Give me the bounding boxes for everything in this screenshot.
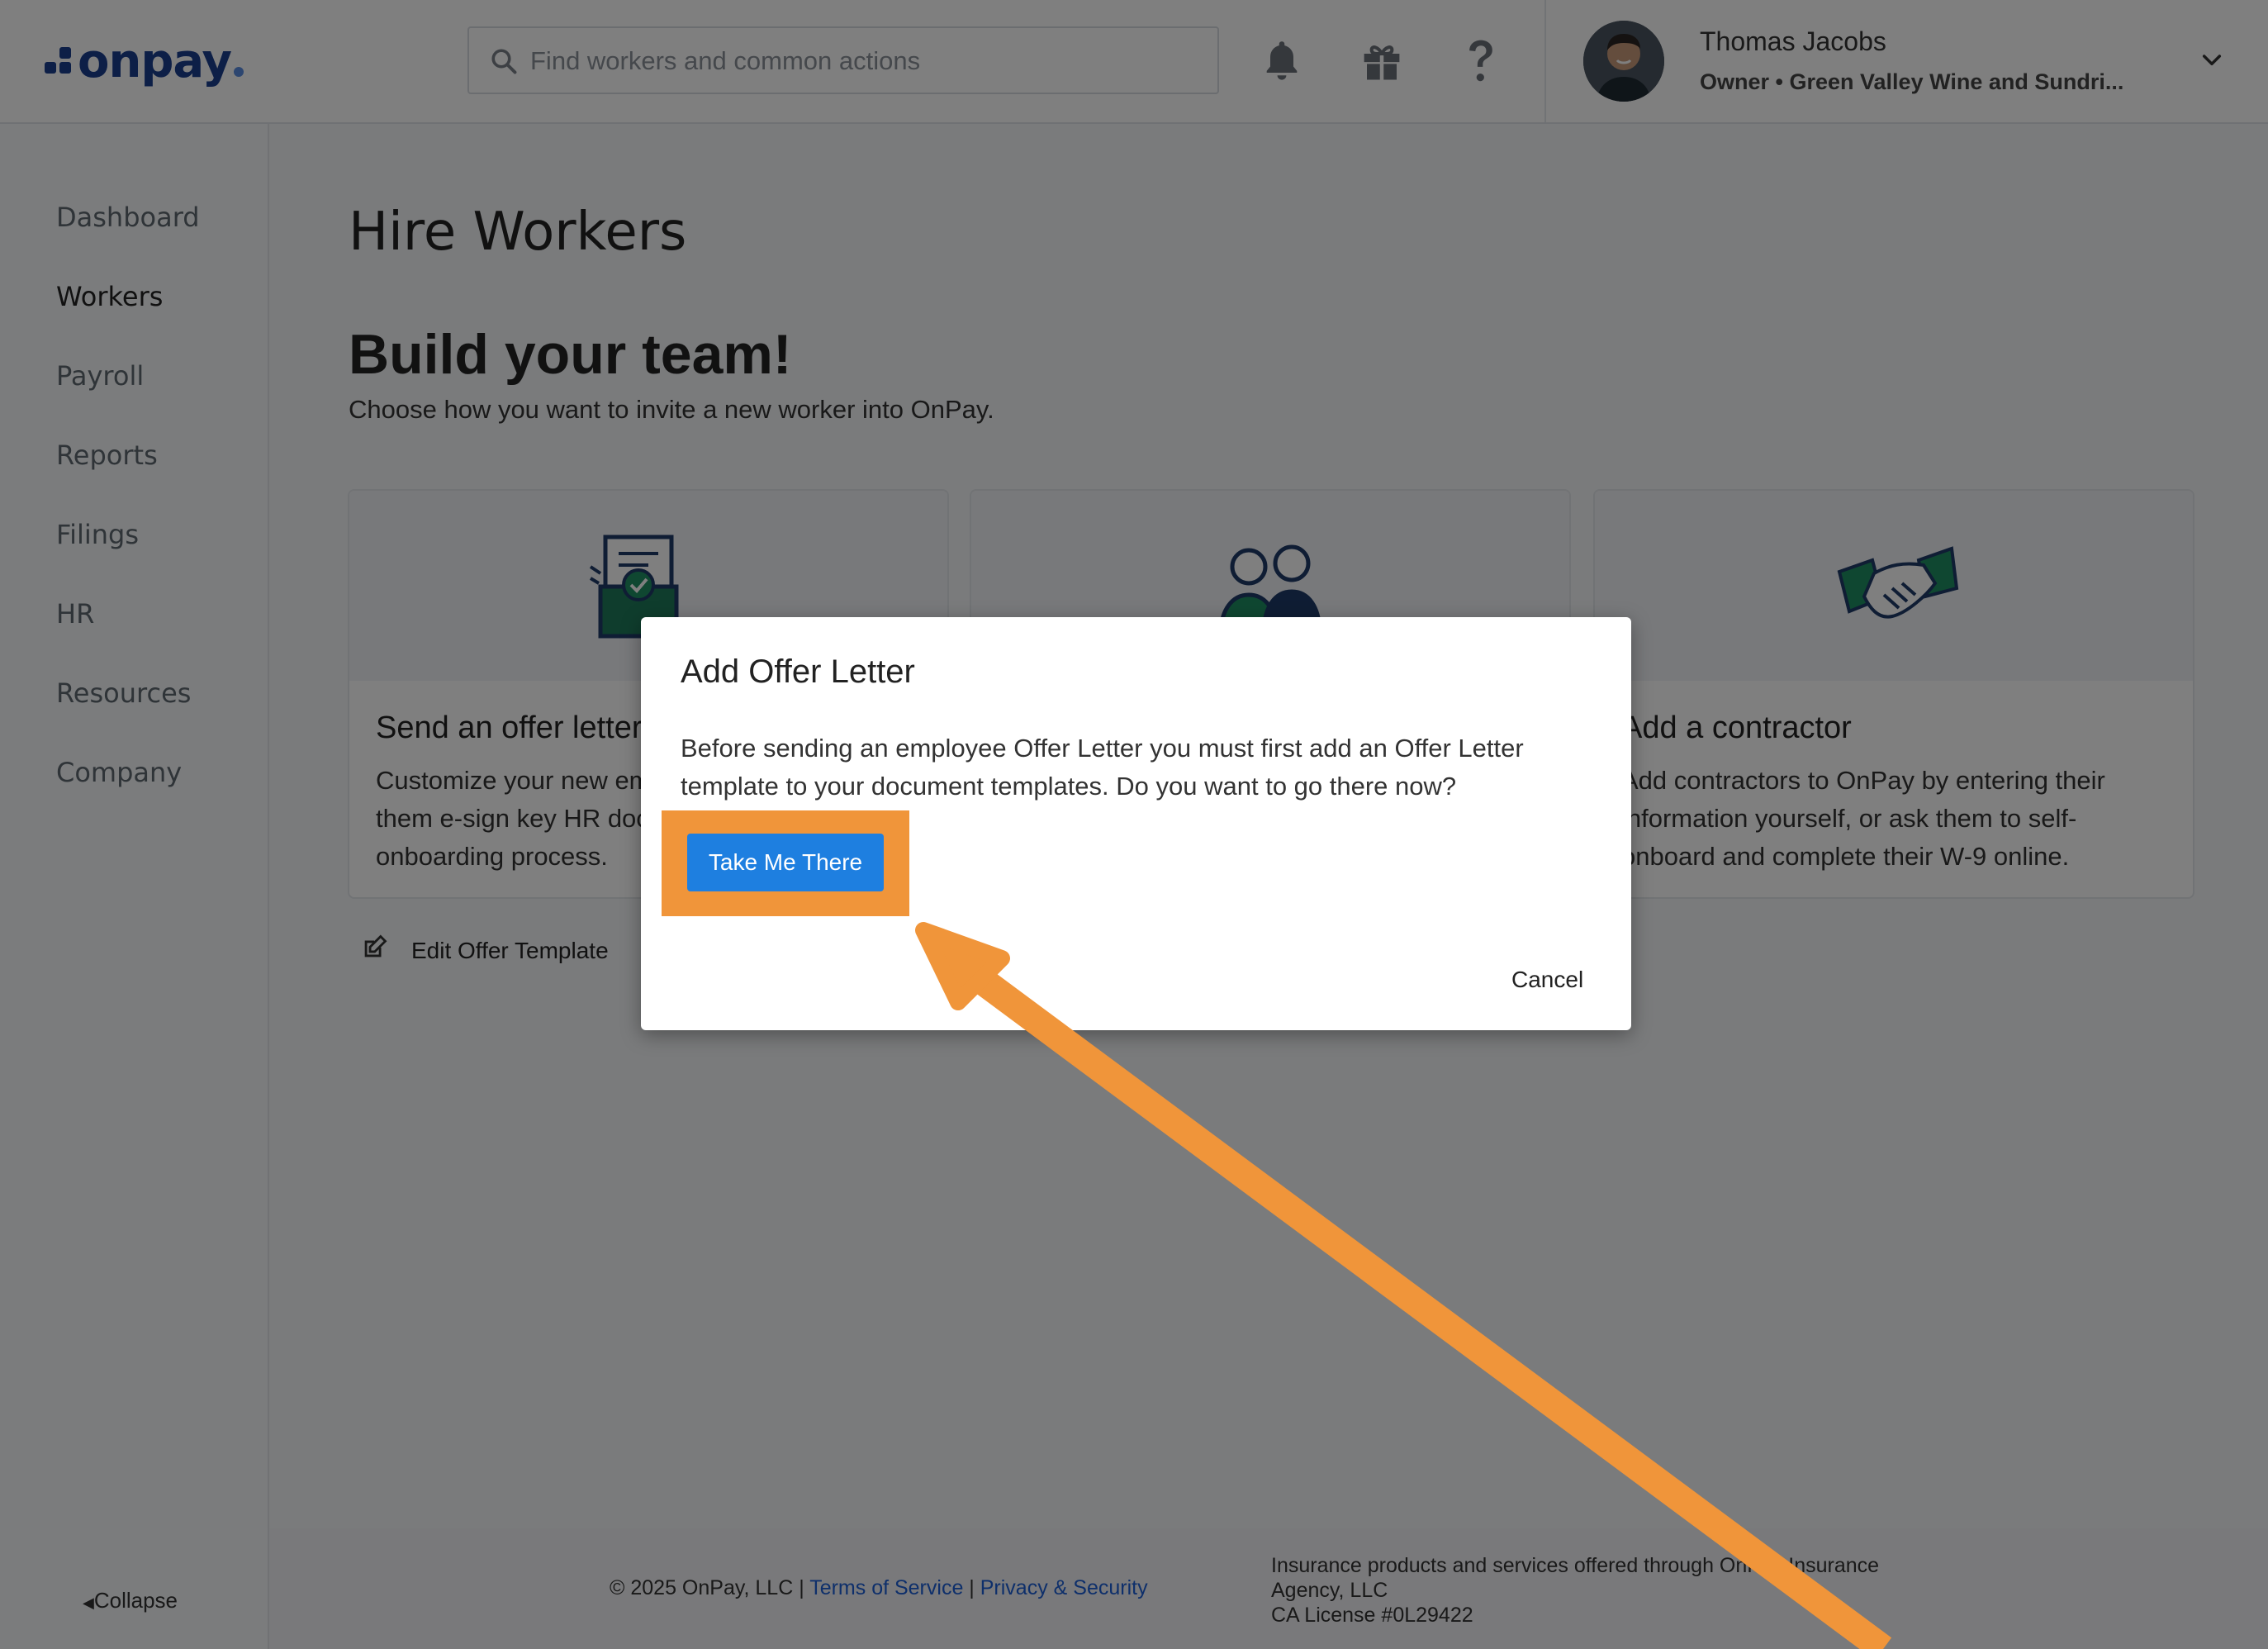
- cancel-button[interactable]: Cancel: [1511, 967, 1583, 993]
- dialog-message: Before sending an employee Offer Letter …: [681, 734, 1524, 801]
- take-me-there-button[interactable]: Take Me There: [687, 834, 884, 891]
- dialog-title: Add Offer Letter: [681, 653, 915, 690]
